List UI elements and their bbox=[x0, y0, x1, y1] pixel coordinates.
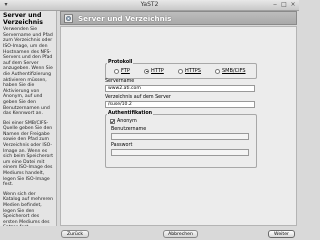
button-bar: Zurück Abbrechen Weiter bbox=[0, 227, 299, 240]
disk-icon bbox=[64, 14, 73, 23]
radio-https-label: HTTPS bbox=[185, 68, 201, 74]
help-paragraph-3: Wenn sich der Katalog auf mehreren Medie… bbox=[3, 191, 53, 226]
main-panel: Server und Verzeichnis Protokoll FTP HTT… bbox=[60, 11, 297, 226]
back-button[interactable]: Zurück bbox=[61, 230, 89, 238]
password-input[interactable] bbox=[111, 149, 249, 156]
radio-ftp[interactable]: FTP bbox=[114, 68, 130, 74]
radio-http[interactable]: HTTP bbox=[144, 68, 164, 74]
radio-http-indicator[interactable] bbox=[144, 68, 149, 74]
radio-ftp-indicator[interactable] bbox=[114, 68, 119, 74]
radio-https-indicator[interactable] bbox=[178, 68, 183, 74]
radio-https[interactable]: HTTPS bbox=[178, 68, 201, 74]
radio-smb-indicator[interactable] bbox=[215, 68, 220, 74]
maximize-icon[interactable]: □ bbox=[280, 1, 288, 8]
minimize-icon[interactable]: ‒ bbox=[271, 1, 279, 8]
username-label: Benutzername bbox=[111, 127, 147, 132]
page-title: Server und Verzeichnis bbox=[78, 14, 172, 23]
next-button[interactable]: Weiter bbox=[268, 230, 295, 238]
radio-http-label: HTTP bbox=[151, 68, 164, 74]
help-title: Server und Verzeichnis bbox=[3, 12, 43, 26]
username-input[interactable] bbox=[111, 133, 249, 140]
abort-button[interactable]: Abbrechen bbox=[163, 230, 198, 238]
protocol-legend: Protokoll bbox=[107, 60, 134, 65]
close-icon[interactable]: × bbox=[289, 1, 297, 8]
radio-smb[interactable]: SMB/CIFS bbox=[215, 68, 246, 74]
radio-ftp-label: FTP bbox=[121, 68, 130, 74]
help-paragraph-1: Verwenden Sie Servername und Pfad zum Ve… bbox=[3, 27, 53, 117]
form-content: Protokoll FTP HTTP HTTPS SMB/CIFS Server… bbox=[60, 26, 297, 226]
checkmark-icon bbox=[110, 119, 115, 124]
help-paragraph-2: Bei einer SMB/CIFS-Quelle geben Sie den … bbox=[3, 120, 54, 188]
server-name-label: Servername bbox=[105, 79, 135, 84]
anonymous-checkbox[interactable] bbox=[110, 119, 115, 124]
window-title: YaST2 bbox=[140, 1, 159, 8]
anonymous-label: Anonym bbox=[117, 119, 137, 124]
auth-legend: Authentifikation bbox=[107, 111, 154, 116]
server-name-input[interactable]: www2.ati.com bbox=[105, 85, 255, 92]
page-header: Server und Verzeichnis bbox=[60, 11, 297, 25]
help-panel: Server und Verzeichnis Verwenden Sie Ser… bbox=[0, 11, 57, 226]
password-label: Passwort bbox=[111, 143, 133, 148]
radio-smb-label: SMB/CIFS bbox=[222, 68, 246, 74]
window-titlebar: ▾ YaST2 ‒ □ × bbox=[0, 0, 299, 11]
server-path-input[interactable]: /suse/10.2 bbox=[105, 101, 255, 108]
server-path-label: Verzeichnis auf dem Server bbox=[105, 95, 171, 100]
